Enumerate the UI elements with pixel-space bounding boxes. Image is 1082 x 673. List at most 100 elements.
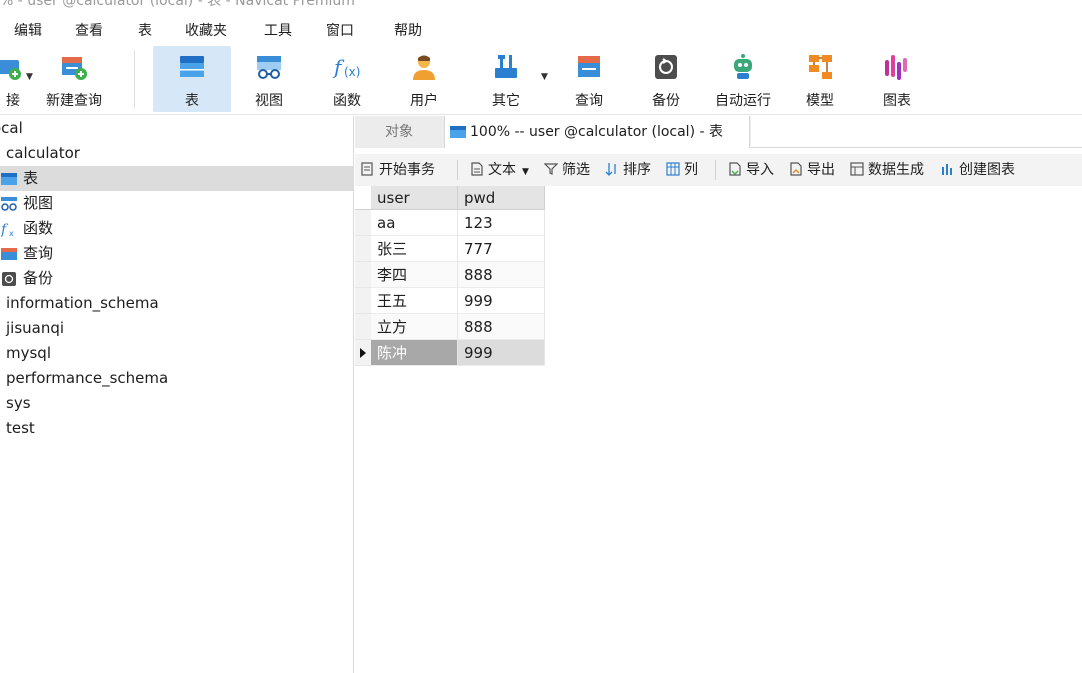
chevron-down-icon[interactable]: ▼ [26,72,33,82]
tree-database-test[interactable]: test [0,416,353,441]
column-header-pwd[interactable]: pwd [458,186,545,210]
text-label: 文本 [488,162,516,178]
begin-transaction-button[interactable]: 开始事务 [361,154,435,186]
create-chart-button[interactable]: 创建图表 [941,154,1015,186]
menu-window[interactable]: 窗口 [326,20,354,40]
toolbar-automation-label: 自动运行 [715,93,771,109]
menu-tools[interactable]: 工具 [264,20,292,40]
toolbar-connection-button[interactable]: 接 [0,46,21,112]
begin-transaction-label: 开始事务 [379,162,435,178]
window-title: % - user @calculator (local) - 表 - Navic… [0,0,355,8]
tree-database-mysql[interactable]: mysql [0,341,353,366]
data-generation-label: 数据生成 [868,162,924,178]
robot-icon [734,54,752,79]
tree-item-backups[interactable]: 备份 [0,266,353,291]
toolbar-separator [134,50,135,108]
tree-database-label: test [6,419,35,437]
sort-icon [605,163,616,176]
chart-icon [885,55,907,80]
cell-user-selected[interactable]: 陈冲 [371,340,458,366]
menu-favorites[interactable]: 收藏夹 [185,20,227,40]
cell-pwd[interactable]: 888 [458,314,545,340]
tab-bar-empty [751,116,1082,148]
tree-item-label: 视图 [23,194,54,212]
tab-bar: 对象 100% -- user @calculator (local) - 表 [355,116,1082,148]
tree-item-functions[interactable]: f x 函数 [0,216,353,241]
tree-database-sys[interactable]: sys [0,391,353,416]
tools-icon [495,55,517,78]
query-icon [578,56,600,77]
function-icon: f x [1,222,14,237]
tab-objects[interactable]: 对象 [355,116,443,148]
menu-table[interactable]: 表 [138,20,152,40]
row-header[interactable] [355,210,371,236]
import-label: 导入 [746,162,774,178]
cell-pwd[interactable]: 123 [458,210,545,236]
toolbar-backup-button[interactable]: 备份 [632,46,700,112]
menu-edit[interactable]: 编辑 [14,20,42,40]
text-button[interactable]: 文本 ▼ [470,154,529,186]
toolbar-model-button[interactable]: 模型 [786,46,854,112]
toolbar-table-button[interactable]: 表 [153,46,231,112]
cell-user[interactable]: 王五 [371,288,458,314]
tree-item-tables[interactable]: 表 [0,166,353,191]
tree-database-performance-schema[interactable]: performance_schema [0,366,353,391]
connection-icon [0,60,21,80]
tree-item-views[interactable]: 视图 [0,191,353,216]
menu-view[interactable]: 查看 [75,20,103,40]
query-icon [1,248,17,260]
document-icon [471,162,483,176]
cell-user[interactable]: 立方 [371,314,458,340]
filter-button[interactable]: 筛选 [544,154,590,186]
tree-connection-local[interactable]: ocal [0,116,353,141]
backup-icon [2,272,16,286]
toolbar-user-button[interactable]: 用户 [390,46,458,112]
tree-database-calculator[interactable]: calculator [0,141,353,166]
cell-pwd[interactable]: 999 [458,288,545,314]
row-header-current[interactable] [355,340,371,366]
chevron-down-icon[interactable]: ▼ [541,72,548,82]
tree-database-label: calculator [6,144,80,162]
toolbar-new-query-label: 新建查询 [46,93,102,109]
toolbar-new-query-button[interactable]: 新建查询 [40,46,108,112]
columns-button[interactable]: 列 [666,154,698,186]
model-icon [809,55,832,79]
toolbar-others-button[interactable]: 其它 [472,46,540,112]
tree-item-queries[interactable]: 查询 [0,241,353,266]
cell-user[interactable]: 李四 [371,262,458,288]
toolbar-separator [715,160,716,180]
cell-pwd[interactable]: 777 [458,236,545,262]
row-header[interactable] [355,262,371,288]
new-query-icon [62,57,87,80]
cell-user[interactable]: aa [371,210,458,236]
toolbar-chart-label: 图表 [883,93,911,109]
menu-help[interactable]: 帮助 [394,20,422,40]
svg-text:x: x [9,229,14,237]
import-button[interactable]: 导入 [728,154,774,186]
row-header[interactable] [355,314,371,340]
tree-database-information-schema[interactable]: information_schema [0,291,353,316]
tree-database-label: information_schema [6,294,159,312]
tree-item-label: 查询 [23,244,54,262]
cell-user[interactable]: 张三 [371,236,458,262]
data-generation-button[interactable]: 数据生成 [850,154,924,186]
toolbar-query-label: 查询 [575,93,603,109]
create-chart-label: 创建图表 [959,162,1015,178]
row-header[interactable] [355,236,371,262]
tree-database-label: sys [6,394,31,412]
toolbar-model-label: 模型 [806,93,834,109]
row-header[interactable] [355,288,371,314]
cell-pwd-selected[interactable]: 999 [458,340,545,366]
tab-table-user[interactable]: 100% -- user @calculator (local) - 表 [444,116,750,148]
backup-icon [655,55,677,79]
cell-pwd[interactable]: 888 [458,262,545,288]
toolbar-chart-button[interactable]: 图表 [862,46,932,112]
sort-button[interactable]: 排序 [605,154,651,186]
column-header-user[interactable]: user [371,186,458,210]
export-button[interactable]: 导出 [789,154,835,186]
toolbar-function-button[interactable]: f (x) 函数 [313,46,381,112]
toolbar-view-button[interactable]: 视图 [235,46,303,112]
tree-database-jisuanqi[interactable]: jisuanqi [0,316,353,341]
toolbar-query-button[interactable]: 查询 [555,46,623,112]
toolbar-automation-button[interactable]: 自动运行 [706,46,780,112]
